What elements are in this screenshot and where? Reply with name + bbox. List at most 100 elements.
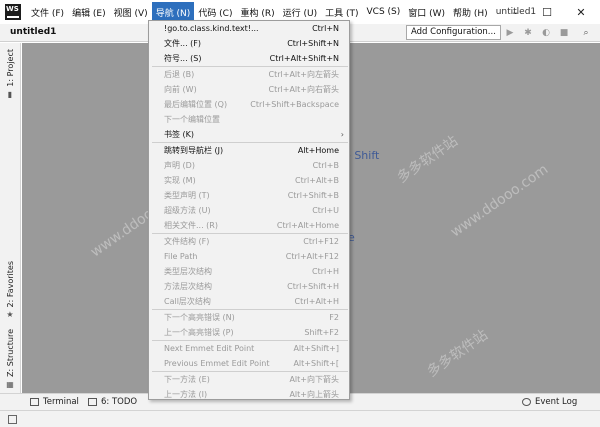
menu-item-label: 最后编辑位置 (Q) <box>164 100 228 109</box>
navigate-menu-item[interactable]: 符号... (S) Ctrl+Alt+Shift+N <box>149 51 349 66</box>
navigate-menu-dropdown: !go.to.class.kind.text!... Ctrl+N 文件... (F… <box>148 20 350 400</box>
navigate-menu-item: 文件结构 (F) Ctrl+F12 <box>149 234 349 249</box>
navigate-menu-item[interactable]: 书签 (K) › <box>149 127 349 142</box>
menu-item-label: 声明 (D) <box>164 161 195 170</box>
coverage-icon[interactable]: ◐ <box>540 27 552 39</box>
navigate-menu-item: 下一方法 (E) Alt+向下箭头 <box>149 372 349 387</box>
navigate-menu-item: 上一方法 (I) Alt+向上箭头 <box>149 387 349 399</box>
watermark-text: 多多软件站 <box>394 133 461 187</box>
left-tool-strip: 1: Project ▮ 2: Favorites ★ Z: Structure… <box>0 43 21 393</box>
structure-tool-tab[interactable]: Z: Structure ▦ <box>3 329 17 389</box>
navigate-menu-item[interactable]: 文件... (F) Ctrl+Shift+N <box>149 36 349 51</box>
menu-item-label: 后退 (B) <box>164 70 195 79</box>
app-logo-icon[interactable]: WS <box>5 4 21 20</box>
menu-item-shortcut: Ctrl+H <box>312 267 339 276</box>
menu-item-label: 下一个高亮错误 (N) <box>164 313 235 322</box>
menu-help[interactable]: 帮助 (H) <box>449 2 492 22</box>
menu-item-shortcut: Alt+Home <box>297 146 339 155</box>
menu-tools[interactable]: 工具 (T) <box>321 2 362 22</box>
menu-item-label: File Path <box>164 252 198 261</box>
todo-icon <box>88 398 97 406</box>
menu-run[interactable]: 运行 (U) <box>279 2 321 22</box>
menu-item-shortcut: Ctrl+Alt+向左箭头 <box>268 70 339 79</box>
star-icon: ★ <box>6 310 14 320</box>
search-icon[interactable]: ⌕ <box>580 27 592 39</box>
project-tab-label: 1: Project <box>5 49 15 87</box>
navigate-menu-item: 类型层次结构 Ctrl+H <box>149 264 349 279</box>
menu-item-label: 类型层次结构 <box>164 267 212 276</box>
debug-icon[interactable]: ✱ <box>522 27 534 39</box>
run-icon[interactable]: ▶ <box>504 27 516 39</box>
menu-item-shortcut: Ctrl+Alt+B <box>295 176 339 185</box>
structure-tab-label: Z: Structure <box>5 329 15 377</box>
navigate-menu-item: 下一个编辑位置 <box>149 112 349 127</box>
favorites-tab-label: 2: Favorites <box>5 261 15 308</box>
todo-tab-label: 6: TODO <box>101 397 138 407</box>
menu-item-label: 上一个高亮错误 (P) <box>164 328 234 337</box>
navigate-menu-item: 方法层次结构 Ctrl+Shift+H <box>149 279 349 294</box>
watermark-text: www.ddooo.com <box>447 161 552 241</box>
menu-item-shortcut: Ctrl+Alt+Shift+N <box>269 54 339 63</box>
menu-item-label: 符号... (S) <box>164 54 202 63</box>
folder-icon: ▮ <box>7 89 13 99</box>
menu-item-shortcut: Ctrl+U <box>312 206 339 215</box>
event-log-tab-label: Event Log <box>535 397 578 407</box>
navigate-menu-item: Next Emmet Edit Point Alt+Shift+] <box>149 341 349 356</box>
menu-item-shortcut: Ctrl+N <box>312 24 339 33</box>
menu-item-label: Call层次结构 <box>164 297 211 306</box>
menu-item-shortcut: Shift+F2 <box>304 328 339 337</box>
menu-item-label: 文件... (F) <box>164 39 202 48</box>
menu-item-label: 类型声明 (T) <box>164 191 210 200</box>
terminal-tab-label: Terminal <box>43 397 79 407</box>
menu-item-shortcut: Alt+Shift+[ <box>293 359 339 368</box>
project-tool-tab[interactable]: 1: Project ▮ <box>3 49 17 99</box>
menu-item-label: 文件结构 (F) <box>164 237 210 246</box>
menu-code[interactable]: 代码 (C) <box>194 2 236 22</box>
navigate-menu-item: File Path Ctrl+Alt+F12 <box>149 249 349 264</box>
menu-vcs[interactable]: VCS (S) <box>363 2 405 22</box>
minimize-button[interactable]: – <box>498 0 532 24</box>
menu-item-label: !go.to.class.kind.text!... <box>164 24 259 33</box>
menu-view[interactable]: 视图 (V) <box>110 2 152 22</box>
menu-navigate[interactable]: 导航 (N) <box>151 2 195 22</box>
event-log-tab[interactable]: Event Log <box>522 397 577 407</box>
maximize-button[interactable]: ☐ <box>530 0 564 24</box>
menu-item-shortcut: Ctrl+Alt+F12 <box>285 252 339 261</box>
tool-window-toggle-icon[interactable] <box>8 415 17 424</box>
menu-item-shortcut: Ctrl+Shift+B <box>287 191 339 200</box>
add-configuration-button[interactable]: Add Configuration... <box>406 25 501 40</box>
menu-item-label: 相关文件... (R) <box>164 221 218 230</box>
event-log-icon <box>522 398 531 406</box>
terminal-tab[interactable]: Terminal <box>30 397 79 407</box>
navigate-menu-item: 向前 (W) Ctrl+Alt+向右箭头 <box>149 82 349 97</box>
navigate-menu-item: 相关文件... (R) Ctrl+Alt+Home <box>149 218 349 233</box>
menu-refactor[interactable]: 重构 (R) <box>236 2 278 22</box>
menu-item-shortcut: Ctrl+B <box>312 161 339 170</box>
terminal-icon <box>30 398 39 406</box>
navigate-menu-item[interactable]: 跳转到导航栏 (J) Alt+Home <box>149 143 349 158</box>
navigate-menu-item[interactable]: !go.to.class.kind.text!... Ctrl+N <box>149 21 349 36</box>
menu-window[interactable]: 窗口 (W) <box>404 2 449 22</box>
menu-file[interactable]: 文件 (F) <box>27 2 68 22</box>
menu-item-label: 下一个编辑位置 <box>164 115 220 124</box>
close-button[interactable]: ✕ <box>564 0 598 24</box>
navigate-menu-item: 下一个高亮错误 (N) F2 <box>149 310 349 325</box>
project-breadcrumb[interactable]: untitled1 <box>10 27 56 37</box>
favorites-tool-tab[interactable]: 2: Favorites ★ <box>3 261 17 319</box>
menu-item-shortcut: Alt+向下箭头 <box>289 375 339 384</box>
stop-icon[interactable]: ■ <box>558 27 570 39</box>
menu-item-shortcut: Ctrl+Alt+Home <box>276 221 339 230</box>
menu-item-shortcut: F2 <box>329 313 339 322</box>
todo-tab[interactable]: 6: TODO <box>88 397 137 407</box>
watermark-text: 多多软件站 <box>424 327 491 381</box>
menu-item-label: 实现 (M) <box>164 176 196 185</box>
menu-item-shortcut: Ctrl+Shift+N <box>287 39 339 48</box>
navigate-menu-item: 最后编辑位置 (Q) Ctrl+Shift+Backspace <box>149 97 349 112</box>
menu-item-label: Next Emmet Edit Point <box>164 344 255 353</box>
menu-item-label: 向前 (W) <box>164 85 197 94</box>
menu-item-label: 书签 (K) <box>164 130 195 139</box>
menu-item-shortcut: Ctrl+F12 <box>303 237 339 246</box>
menu-item-shortcut: Alt+向上箭头 <box>289 390 339 399</box>
menu-item-shortcut: Alt+Shift+] <box>293 344 339 353</box>
menu-edit[interactable]: 编辑 (E) <box>68 2 110 22</box>
